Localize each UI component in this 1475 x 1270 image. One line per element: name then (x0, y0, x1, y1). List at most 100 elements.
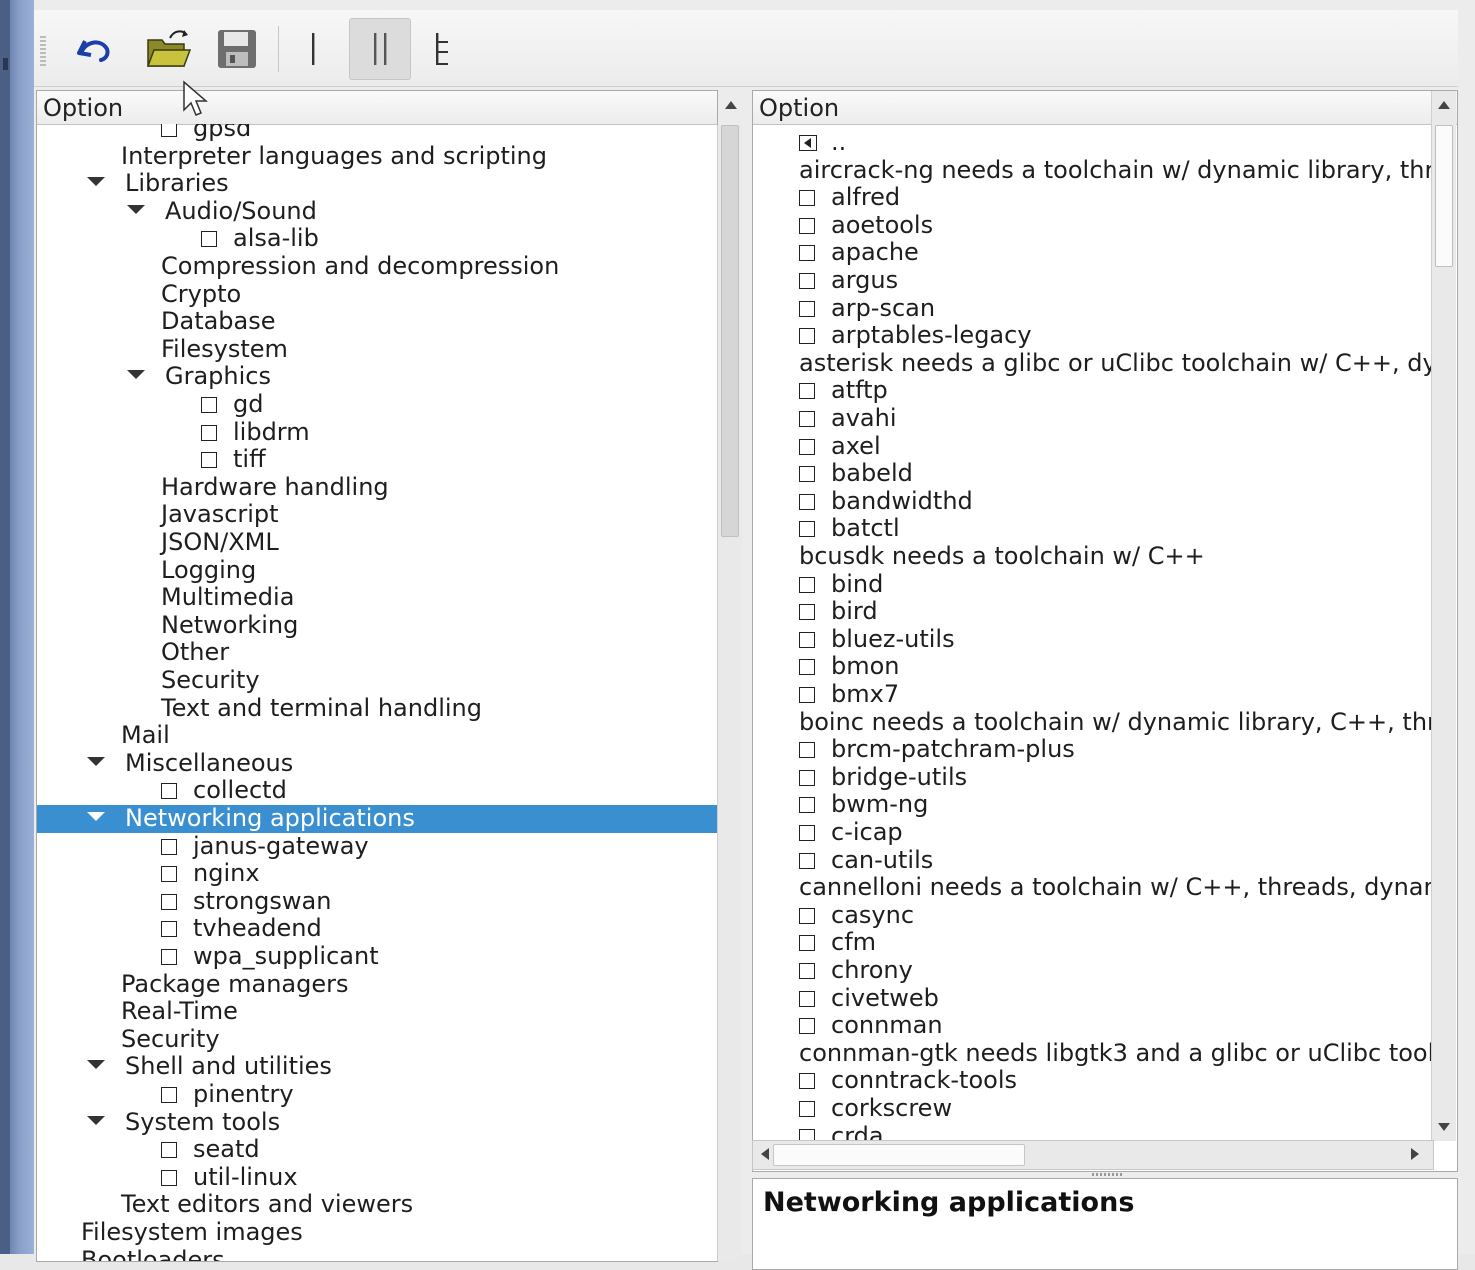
checkbox-icon[interactable] (799, 300, 815, 317)
checkbox-icon[interactable] (799, 493, 815, 510)
checkbox-icon[interactable] (161, 124, 177, 137)
tree-row[interactable]: collectd (37, 777, 717, 805)
tree-row[interactable]: tvheadend (37, 915, 717, 943)
tree-row[interactable]: Networking applications (37, 805, 717, 833)
tree-row[interactable]: Real-Time (37, 998, 717, 1026)
list-row[interactable]: apache (753, 239, 919, 267)
tree-row[interactable]: Filesystem (37, 335, 717, 364)
tree-row[interactable]: Multimedia (37, 584, 717, 612)
tree-row[interactable]: gd (37, 391, 717, 419)
tree-row[interactable]: Text editors and viewers (37, 1191, 717, 1219)
tree-row[interactable]: Crypto (37, 280, 717, 309)
splitter-handle[interactable] (1092, 1173, 1122, 1176)
tree-row[interactable]: Database (37, 308, 717, 336)
checkbox-icon[interactable] (201, 452, 217, 469)
list-row[interactable]: can-utils (753, 846, 933, 875)
list-row[interactable]: bird (753, 598, 878, 626)
right-vertical-scrollbar[interactable] (1431, 91, 1456, 1141)
back-arrow-icon[interactable] (799, 128, 831, 156)
checkbox-icon[interactable] (799, 687, 815, 703)
checkbox-icon[interactable] (799, 852, 815, 869)
checkbox-icon[interactable] (799, 411, 815, 427)
tree-row[interactable]: Logging (37, 556, 717, 585)
save-button[interactable] (206, 18, 268, 80)
list-row[interactable]: bridge-utils (753, 763, 967, 792)
tree-row[interactable]: pinentry (37, 1081, 717, 1109)
list-row[interactable]: bmon (753, 653, 900, 681)
checkbox-icon[interactable] (799, 604, 815, 621)
checkbox-icon[interactable] (799, 1018, 815, 1035)
expand-arrow-icon[interactable] (87, 1115, 105, 1125)
list-row[interactable]: crda (753, 1122, 884, 1141)
tree-row[interactable]: tiff (37, 446, 717, 474)
checkbox-icon[interactable] (799, 990, 815, 1007)
checkbox-icon[interactable] (799, 742, 815, 759)
list-row[interactable]: bandwidthd (753, 487, 973, 516)
toolbar-grip[interactable] (40, 36, 46, 66)
list-row[interactable]: aircrack-ng needs a toolchain w/ dynamic… (753, 156, 1431, 185)
tree-row[interactable]: gpsd (37, 124, 717, 143)
checkbox-icon[interactable] (799, 963, 815, 979)
checkbox-icon[interactable] (799, 521, 815, 538)
checkbox-icon[interactable] (161, 893, 177, 910)
right-column-header[interactable]: Option (753, 91, 1457, 125)
tree-row[interactable]: Audio/Sound (37, 197, 717, 226)
tree-row[interactable]: System tools (37, 1108, 717, 1137)
expand-arrow-icon[interactable] (87, 1060, 105, 1070)
tree-row[interactable]: seatd (37, 1136, 717, 1164)
option-list[interactable]: Option .. aircrack-ng needs a toolchain w… (752, 90, 1458, 1172)
tree-row[interactable]: nginx (37, 860, 717, 888)
tree-row[interactable]: Javascript (37, 501, 717, 529)
right-horizontal-scrollbar[interactable] (752, 1140, 1434, 1170)
tree-row[interactable]: Graphics (37, 363, 717, 391)
checkbox-icon[interactable] (799, 797, 815, 814)
list-row[interactable]: .. (753, 129, 846, 157)
checkbox-icon[interactable] (799, 1101, 815, 1117)
checkbox-icon[interactable] (161, 1142, 177, 1159)
list-row[interactable]: axel (753, 432, 881, 461)
checkbox-icon[interactable] (799, 383, 815, 400)
checkbox-icon[interactable] (799, 1073, 815, 1090)
left-column-header[interactable]: Option (37, 91, 737, 125)
checkbox-icon[interactable] (201, 231, 217, 248)
list-row[interactable]: batctl (753, 515, 900, 543)
tree-row[interactable]: Hardware handling (37, 473, 717, 502)
tree-row[interactable]: Networking (37, 611, 717, 640)
checkbox-icon[interactable] (161, 1087, 177, 1103)
checkbox-icon[interactable] (161, 949, 177, 965)
tree-row[interactable]: Miscellaneous (37, 749, 717, 778)
checkbox-icon[interactable] (161, 1169, 177, 1186)
checkbox-icon[interactable] (799, 769, 815, 786)
tree-row[interactable]: Security (37, 667, 717, 695)
checkbox-icon[interactable] (161, 838, 177, 855)
list-row[interactable]: chrony (753, 957, 913, 985)
checkbox-icon[interactable] (799, 825, 815, 841)
checkbox-icon[interactable] (799, 217, 815, 234)
checkbox-icon[interactable] (799, 328, 815, 345)
list-row[interactable]: bcusdk needs a toolchain w/ C++ (753, 543, 1205, 571)
list-row[interactable]: bmx7 (753, 681, 899, 709)
left-vertical-scrollbar[interactable] (717, 125, 742, 1261)
checkbox-icon[interactable] (799, 576, 815, 593)
list-row[interactable]: bwm-ng (753, 791, 928, 819)
checkbox-icon[interactable] (161, 783, 177, 800)
checkbox-icon[interactable] (799, 190, 815, 207)
full-view-button[interactable] (412, 18, 474, 80)
list-row[interactable]: avahi (753, 405, 897, 433)
expand-arrow-icon[interactable] (87, 812, 105, 821)
tree-row[interactable]: Interpreter languages and scripting (37, 142, 717, 171)
checkbox-icon[interactable] (161, 866, 177, 883)
expand-arrow-icon[interactable] (127, 204, 145, 214)
list-row[interactable]: civetweb (753, 984, 939, 1013)
list-row[interactable]: brcm-patchram-plus (753, 736, 1075, 764)
list-row[interactable]: argus (753, 267, 898, 295)
expand-arrow-icon[interactable] (87, 756, 105, 766)
list-row[interactable]: aoetools (753, 211, 933, 240)
scroll-right-arrow-icon[interactable] (1411, 1148, 1419, 1160)
expand-arrow-icon[interactable] (87, 177, 105, 187)
list-row[interactable]: asterisk needs a glibc or uClibc toolcha… (753, 349, 1431, 378)
split-view-button[interactable] (349, 18, 411, 80)
list-row[interactable]: bluez-utils (753, 625, 955, 654)
left-scroll-thumb[interactable] (721, 125, 739, 537)
list-row[interactable]: babeld (753, 460, 913, 488)
